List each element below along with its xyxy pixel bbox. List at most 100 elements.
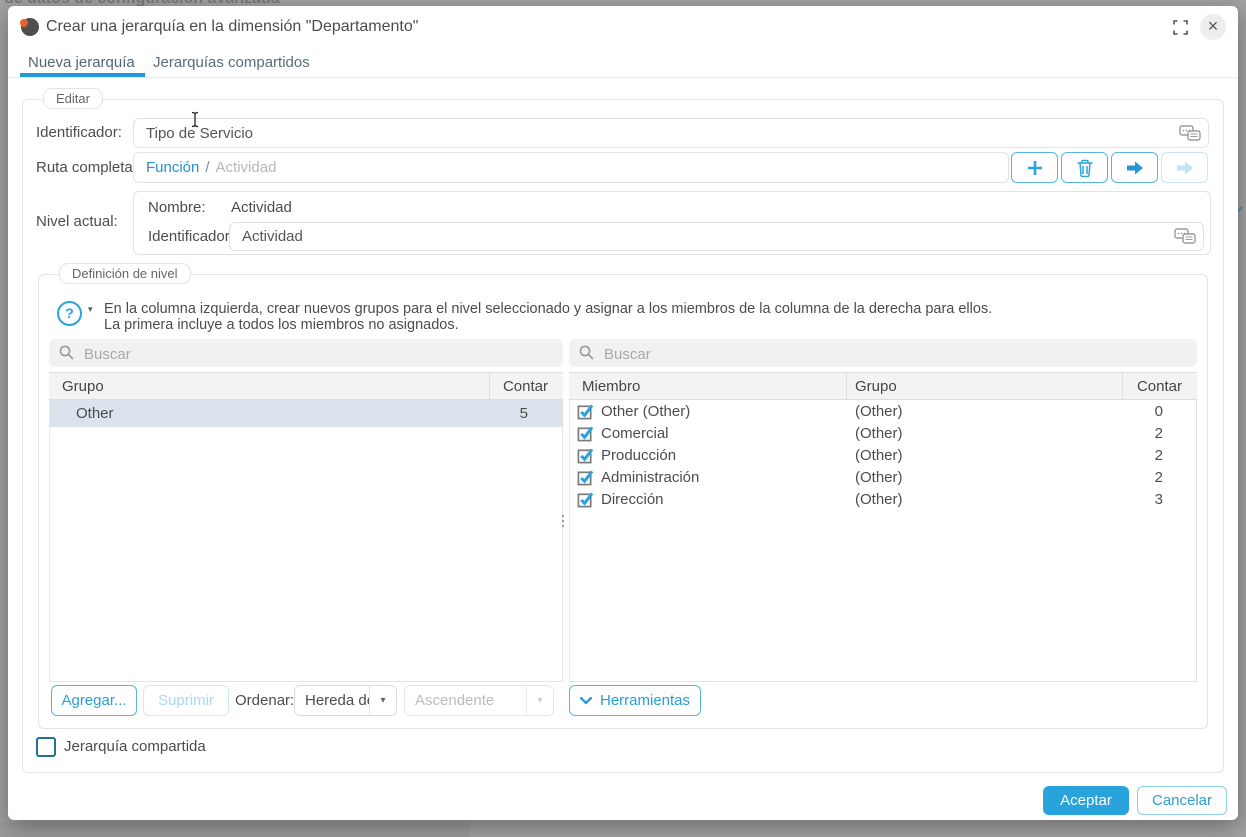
column-header-contar[interactable]: Contar — [489, 373, 563, 399]
tools-button[interactable]: Herramientas — [569, 685, 701, 716]
group-name-cell: Other — [50, 400, 490, 427]
screen: de datos de configuración avanzada Crear… — [0, 0, 1246, 837]
member-group-cell: (Other) — [847, 425, 1123, 442]
member-count-cell: 3 — [1123, 491, 1197, 508]
level-identifier-field — [229, 222, 1204, 251]
create-hierarchy-dialog: Crear una jerarquía en la dimensión "Dep… — [8, 6, 1238, 820]
level-name-label: Nombre: — [148, 197, 206, 219]
checked-checkbox-icon[interactable] — [577, 403, 594, 420]
member-row[interactable]: Other (Other) (Other) 0 — [570, 400, 1196, 422]
add-level-button[interactable] — [1011, 152, 1058, 183]
move-level-disabled-button — [1161, 152, 1208, 183]
help-caret-icon[interactable]: ▾ — [88, 304, 93, 315]
members-search-input[interactable] — [602, 339, 1189, 369]
level-definition-legend: Definición de nivel — [59, 263, 191, 284]
accept-button[interactable]: Aceptar — [1043, 786, 1129, 815]
checked-checkbox-icon[interactable] — [577, 469, 594, 486]
full-path-label: Ruta completa: — [36, 152, 137, 183]
translation-icon[interactable] — [1179, 125, 1201, 142]
group-count-cell: 5 — [490, 400, 563, 427]
maximize-icon[interactable] — [1173, 20, 1188, 35]
member-group-cell: (Other) — [847, 491, 1123, 508]
breadcrumb-separator: / — [205, 159, 209, 176]
member-name-cell: Administración — [601, 469, 699, 486]
level-name-value: Actividad — [231, 197, 292, 219]
member-row[interactable]: Producción (Other) 2 — [570, 444, 1196, 466]
move-level-button[interactable] — [1111, 152, 1158, 183]
help-icon[interactable]: ? — [57, 301, 82, 326]
groups-table: Grupo Contar Other 5 — [49, 372, 563, 682]
level-toolbar — [1011, 152, 1208, 183]
member-group-cell: (Other) — [847, 469, 1123, 486]
groups-search-input[interactable] — [82, 339, 555, 369]
checked-checkbox-icon[interactable] — [577, 447, 594, 464]
app-logo-icon — [21, 18, 39, 36]
tab-nueva-jerarquia[interactable]: Nueva jerarquía — [28, 54, 135, 71]
chevron-down-icon: ▾ — [369, 686, 396, 715]
add-group-button[interactable]: Agregar... — [51, 685, 137, 716]
members-table: Miembro Grupo Contar Other (Other) (Othe… — [569, 372, 1197, 682]
member-name-cell: Dirección — [601, 491, 664, 508]
delete-level-button[interactable] — [1061, 152, 1108, 183]
help-line-2: La primera incluye a todos los miembros … — [104, 317, 992, 333]
checked-checkbox-icon[interactable] — [577, 425, 594, 442]
groups-table-body: Other 5 — [49, 400, 563, 682]
level-identifier-input[interactable] — [242, 223, 1173, 250]
search-icon — [579, 345, 594, 360]
close-icon[interactable]: × — [1200, 14, 1226, 40]
full-path-breadcrumb: Función / Actividad — [133, 152, 1009, 183]
delete-group-button: Suprimir — [143, 685, 229, 716]
active-tab-indicator — [20, 73, 145, 77]
background-band — [0, 822, 470, 837]
sort-direction-select: Ascendente ▾ — [404, 685, 554, 716]
identifier-input[interactable] — [146, 119, 1178, 147]
help-text: En la columna izquierda, crear nuevos gr… — [104, 301, 992, 333]
member-group-cell: (Other) — [847, 447, 1123, 464]
members-table-header: Miembro Grupo Contar — [569, 372, 1197, 400]
search-icon — [59, 345, 74, 360]
sort-direction-value: Ascendente — [405, 692, 526, 709]
member-count-cell: 0 — [1123, 403, 1197, 420]
groups-table-header: Grupo Contar — [49, 372, 563, 400]
sort-field-select[interactable]: Hereda de dir ▾ — [294, 685, 397, 716]
chevron-down-icon: ▾ — [526, 686, 553, 715]
member-count-cell: 2 — [1123, 425, 1197, 442]
sort-field-value: Hereda de dir — [295, 692, 369, 709]
member-row[interactable]: Dirección (Other) 3 — [570, 488, 1196, 510]
help-line-1: En la columna izquierda, crear nuevos gr… — [104, 301, 992, 317]
identifier-label: Identificador: — [36, 118, 122, 148]
column-resize-handle[interactable] — [560, 515, 566, 531]
member-count-cell: 2 — [1123, 469, 1197, 486]
translation-icon[interactable] — [1174, 228, 1196, 245]
column-header-grupo[interactable]: Grupo — [49, 373, 489, 399]
member-name-cell: Comercial — [601, 425, 669, 442]
trash-icon — [1077, 159, 1093, 177]
shared-hierarchy-checkbox[interactable] — [36, 737, 56, 757]
member-row[interactable]: Administración (Other) 2 — [570, 466, 1196, 488]
cancel-button[interactable]: Cancelar — [1137, 786, 1227, 815]
breadcrumb-leaf: Actividad — [216, 159, 277, 176]
shared-hierarchy-label[interactable]: Jerarquía compartida — [64, 737, 206, 757]
text-cursor-icon — [190, 111, 200, 128]
arrow-right-icon — [1126, 160, 1144, 176]
tab-jerarquias-compartidos[interactable]: Jerarquías compartidos — [153, 54, 310, 71]
breadcrumb-root-link[interactable]: Función — [146, 159, 199, 176]
groups-search — [49, 339, 563, 367]
tab-bar: Nueva jerarquía Jerarquías compartidos — [8, 48, 1238, 78]
tools-button-label: Herramientas — [600, 686, 690, 715]
member-name-cell: Other (Other) — [601, 403, 690, 420]
sort-label: Ordenar: — [235, 685, 294, 716]
level-definition-section: Definición de nivel ? ▾ En la columna iz… — [38, 274, 1208, 729]
identifier-field — [133, 118, 1209, 148]
dialog-title: Crear una jerarquía en la dimensión "Dep… — [46, 18, 418, 36]
member-row[interactable]: Comercial (Other) 2 — [570, 422, 1196, 444]
group-row[interactable]: Other 5 — [50, 400, 562, 427]
column-header-grupo[interactable]: Grupo — [846, 373, 1122, 399]
checked-checkbox-icon[interactable] — [577, 491, 594, 508]
current-level-box: Nombre: Actividad Identificador: — [133, 191, 1211, 255]
column-header-miembro[interactable]: Miembro — [569, 373, 846, 399]
member-name-cell: Producción — [601, 447, 676, 464]
column-header-contar[interactable]: Contar — [1122, 373, 1197, 399]
members-table-body: Other (Other) (Other) 0 Comercial (Other… — [569, 400, 1197, 682]
member-count-cell: 2 — [1123, 447, 1197, 464]
